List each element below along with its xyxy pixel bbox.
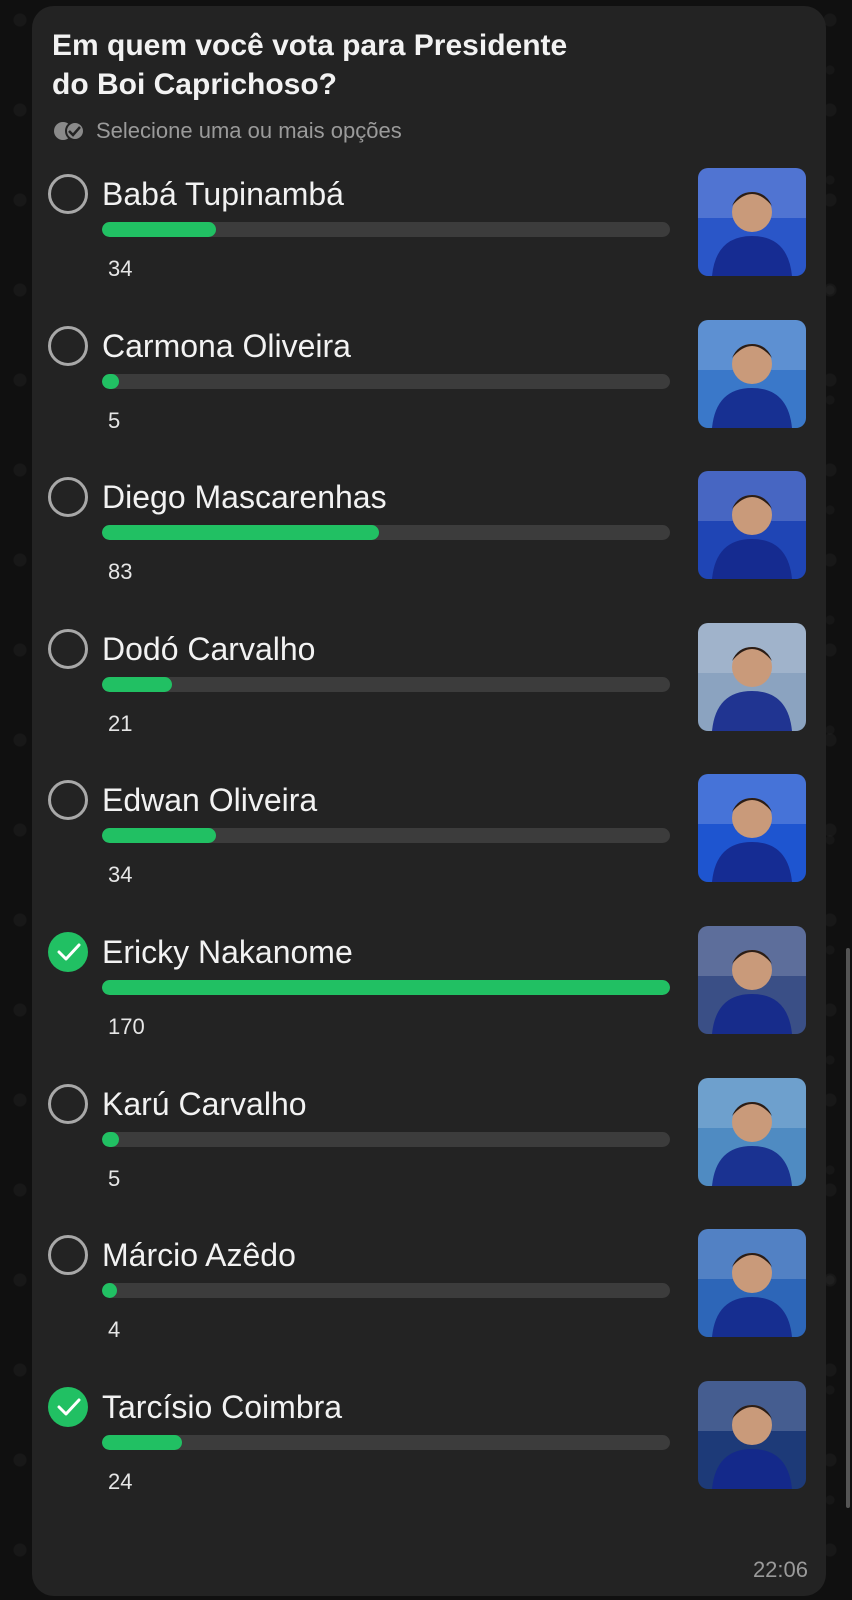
poll-hint-text: Selecione uma ou mais opções: [96, 118, 402, 143]
candidate-photo: [698, 471, 806, 580]
poll-option[interactable]: Dodó Carvalho 21: [48, 622, 810, 767]
checkmark-icon: [57, 1398, 81, 1416]
poll-option-label: Carmona Oliveira: [102, 327, 351, 364]
vote-progress-fill: [102, 676, 173, 692]
poll-option-label: Karú Carvalho: [102, 1085, 307, 1122]
poll-option-label: Tarcísio Coimbra: [102, 1388, 343, 1425]
double-check-icon: [54, 121, 85, 141]
vote-progress-fill: [102, 828, 216, 844]
radio-button-icon[interactable]: [48, 325, 88, 366]
poll-option-label: Dodó Carvalho: [102, 630, 316, 667]
poll-option-label: Edwan Oliveira: [102, 782, 318, 819]
poll-option[interactable]: Babá Tupinambá 34: [48, 168, 810, 312]
poll-option-label: Márcio Azêdo: [102, 1237, 296, 1274]
vote-progress-bar: [102, 525, 670, 541]
poll-option[interactable]: Karú Carvalho 5: [48, 1077, 810, 1222]
candidate-photo: [698, 1380, 806, 1489]
checked-radio-icon[interactable]: [48, 1386, 88, 1427]
radio-button-icon[interactable]: [48, 780, 88, 821]
vote-progress-bar: [102, 828, 670, 844]
poll-question: Em quem você vota para Presidente do Boi…: [52, 29, 568, 101]
poll-option-label: Diego Mascarenhas: [102, 479, 387, 516]
radio-button-icon[interactable]: [48, 174, 88, 214]
poll-option[interactable]: Carmona Oliveira 5: [48, 319, 810, 464]
vote-progress-fill: [102, 222, 216, 237]
vote-progress-fill: [102, 980, 670, 995]
vote-progress-fill: [102, 373, 119, 389]
vote-count[interactable]: 5: [108, 1166, 120, 1192]
vote-count[interactable]: 24: [108, 1469, 132, 1495]
poll-option-label: Ericky Nakanome: [102, 934, 353, 970]
vote-count[interactable]: 34: [108, 862, 132, 888]
candidate-photo: [698, 168, 806, 276]
poll-option-label: Babá Tupinambá: [102, 176, 344, 212]
scrollbar[interactable]: [846, 948, 850, 1508]
candidate-photo: [698, 1077, 806, 1186]
vote-progress-fill: [102, 1131, 119, 1147]
vote-progress-bar: [102, 373, 670, 389]
poll-hint: Selecione uma ou mais opções: [52, 116, 402, 146]
candidate-photo: [698, 926, 806, 1034]
vote-progress-bar: [102, 1131, 670, 1147]
poll-option[interactable]: Tarcísio Coimbra 24: [48, 1380, 810, 1525]
vote-progress-bar: [102, 1283, 670, 1299]
radio-button-icon[interactable]: [48, 477, 88, 518]
vote-count[interactable]: 34: [108, 256, 132, 282]
vote-count[interactable]: 83: [108, 559, 132, 585]
vote-count[interactable]: 4: [108, 1317, 120, 1343]
candidate-photo: [698, 774, 806, 883]
vote-progress-fill: [102, 1283, 117, 1299]
vote-progress-fill: [102, 1434, 183, 1450]
poll-option[interactable]: Edwan Oliveira 34: [48, 774, 810, 918]
radio-button-icon[interactable]: [48, 1083, 88, 1124]
poll-option[interactable]: Ericky Nakanome 170: [48, 926, 810, 1070]
checkmark-icon: [57, 943, 81, 961]
vote-progress-bar: [102, 980, 670, 995]
vote-progress-fill: [102, 525, 380, 541]
radio-button-icon[interactable]: [48, 628, 88, 669]
vote-count[interactable]: 5: [108, 408, 120, 434]
radio-button-icon[interactable]: [48, 1235, 88, 1276]
vote-progress-bar: [102, 1434, 670, 1450]
vote-count[interactable]: 21: [108, 711, 132, 737]
vote-progress-bar: [102, 222, 670, 237]
candidate-photo: [698, 1229, 806, 1338]
message-timestamp: 22:06: [752, 1557, 808, 1582]
vote-progress-bar: [102, 676, 670, 692]
candidate-photo: [698, 319, 806, 428]
vote-count[interactable]: 170: [108, 1014, 145, 1040]
checked-radio-icon[interactable]: [48, 932, 88, 972]
poll-option[interactable]: Diego Mascarenhas 83: [48, 471, 810, 615]
poll-option[interactable]: Márcio Azêdo 4: [48, 1229, 810, 1373]
candidate-photo: [698, 622, 806, 731]
